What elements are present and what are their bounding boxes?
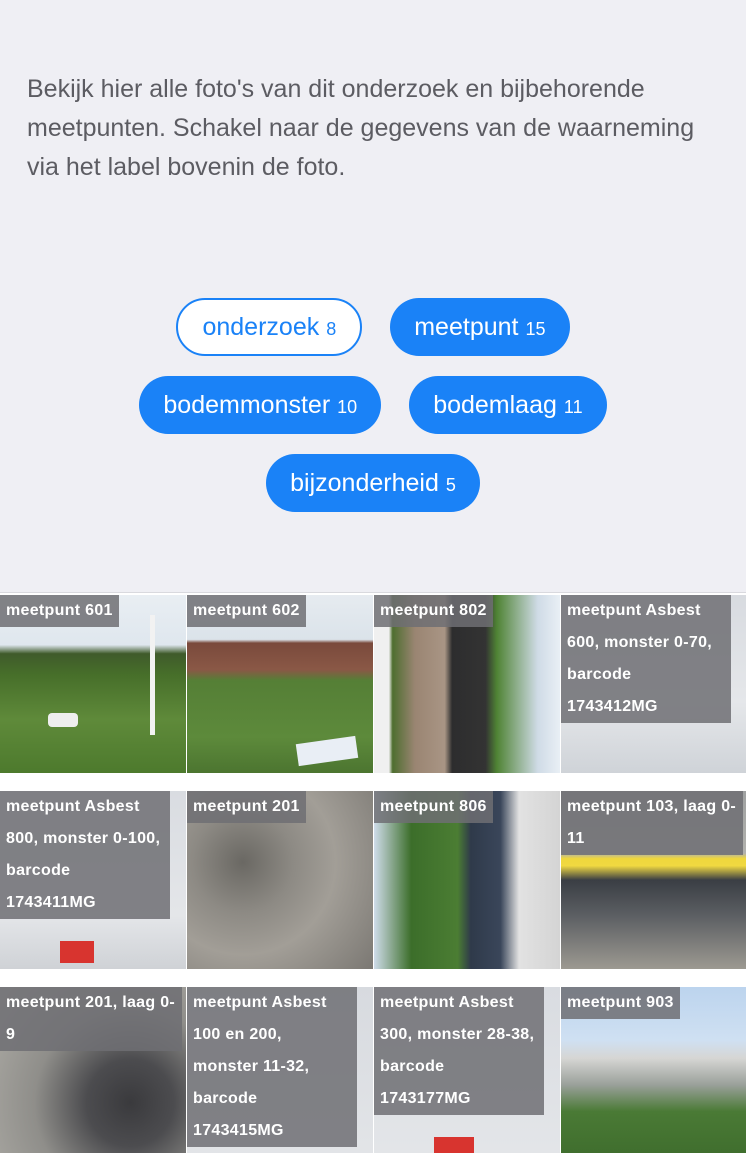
- photo-label[interactable]: meetpunt Asbest 600, monster 0-70, barco…: [561, 595, 731, 723]
- photo-tile[interactable]: meetpunt 601: [0, 595, 186, 773]
- chip-label: meetpunt: [414, 312, 519, 341]
- filter-chip-bijzonderheid[interactable]: bijzonderheid 5: [266, 454, 480, 512]
- chip-label: onderzoek: [202, 312, 320, 341]
- filter-chip-onderzoek[interactable]: onderzoek 8: [176, 298, 363, 356]
- filter-chip-meetpunt[interactable]: meetpunt 15: [390, 298, 570, 356]
- chip-count: 15: [525, 318, 546, 339]
- photo-label[interactable]: meetpunt 201, laag 0-9: [0, 987, 182, 1051]
- chip-count: 8: [326, 318, 337, 339]
- photo-tile[interactable]: meetpunt Asbest 800, monster 0-100, barc…: [0, 791, 186, 969]
- photo-label[interactable]: meetpunt Asbest 300, monster 28-38, barc…: [374, 987, 544, 1115]
- photo-tile[interactable]: meetpunt Asbest 100 en 200, monster 11-3…: [187, 987, 373, 1153]
- chip-label: bijzonderheid: [290, 468, 439, 497]
- photo-tile[interactable]: meetpunt Asbest 600, monster 0-70, barco…: [561, 595, 746, 773]
- filter-chips: onderzoek 8 meetpunt 15 bodemmonster 10 …: [0, 298, 746, 532]
- photo-label[interactable]: meetpunt 103, laag 0-11: [561, 791, 743, 855]
- photo-label[interactable]: meetpunt Asbest 100 en 200, monster 11-3…: [187, 987, 357, 1147]
- chip-count: 5: [445, 474, 456, 495]
- photo-label[interactable]: meetpunt 806: [374, 791, 493, 823]
- intro-text: Bekijk hier alle foto's van dit onderzoe…: [27, 75, 695, 181]
- photo-label[interactable]: meetpunt 201: [187, 791, 306, 823]
- filter-chip-bodemmonster[interactable]: bodemmonster 10: [139, 376, 382, 434]
- photo-label[interactable]: meetpunt 601: [0, 595, 119, 627]
- photo-tile[interactable]: meetpunt 802: [374, 595, 560, 773]
- photo-label[interactable]: meetpunt Asbest 800, monster 0-100, barc…: [0, 791, 170, 919]
- photo-grid: meetpunt 601 meetpunt 602 meetpunt 802 m…: [0, 592, 746, 1153]
- photo-label[interactable]: meetpunt 802: [374, 595, 493, 627]
- chip-label: bodemlaag: [433, 390, 557, 419]
- photo-tile[interactable]: meetpunt Asbest 300, monster 28-38, barc…: [374, 987, 560, 1153]
- photo-tile[interactable]: meetpunt 806: [374, 791, 560, 969]
- chip-label: bodemmonster: [163, 390, 331, 419]
- chip-count: 10: [337, 396, 358, 417]
- photo-label[interactable]: meetpunt 903: [561, 987, 680, 1019]
- photo-tile[interactable]: meetpunt 103, laag 0-11: [561, 791, 746, 969]
- chip-count: 11: [563, 396, 583, 417]
- photo-tile[interactable]: meetpunt 201: [187, 791, 373, 969]
- filter-chip-bodemlaag[interactable]: bodemlaag 11: [409, 376, 607, 434]
- photo-tile[interactable]: meetpunt 903: [561, 987, 746, 1153]
- photo-label[interactable]: meetpunt 602: [187, 595, 306, 627]
- photo-tile[interactable]: meetpunt 602: [187, 595, 373, 773]
- photo-tile[interactable]: meetpunt 201, laag 0-9: [0, 987, 186, 1153]
